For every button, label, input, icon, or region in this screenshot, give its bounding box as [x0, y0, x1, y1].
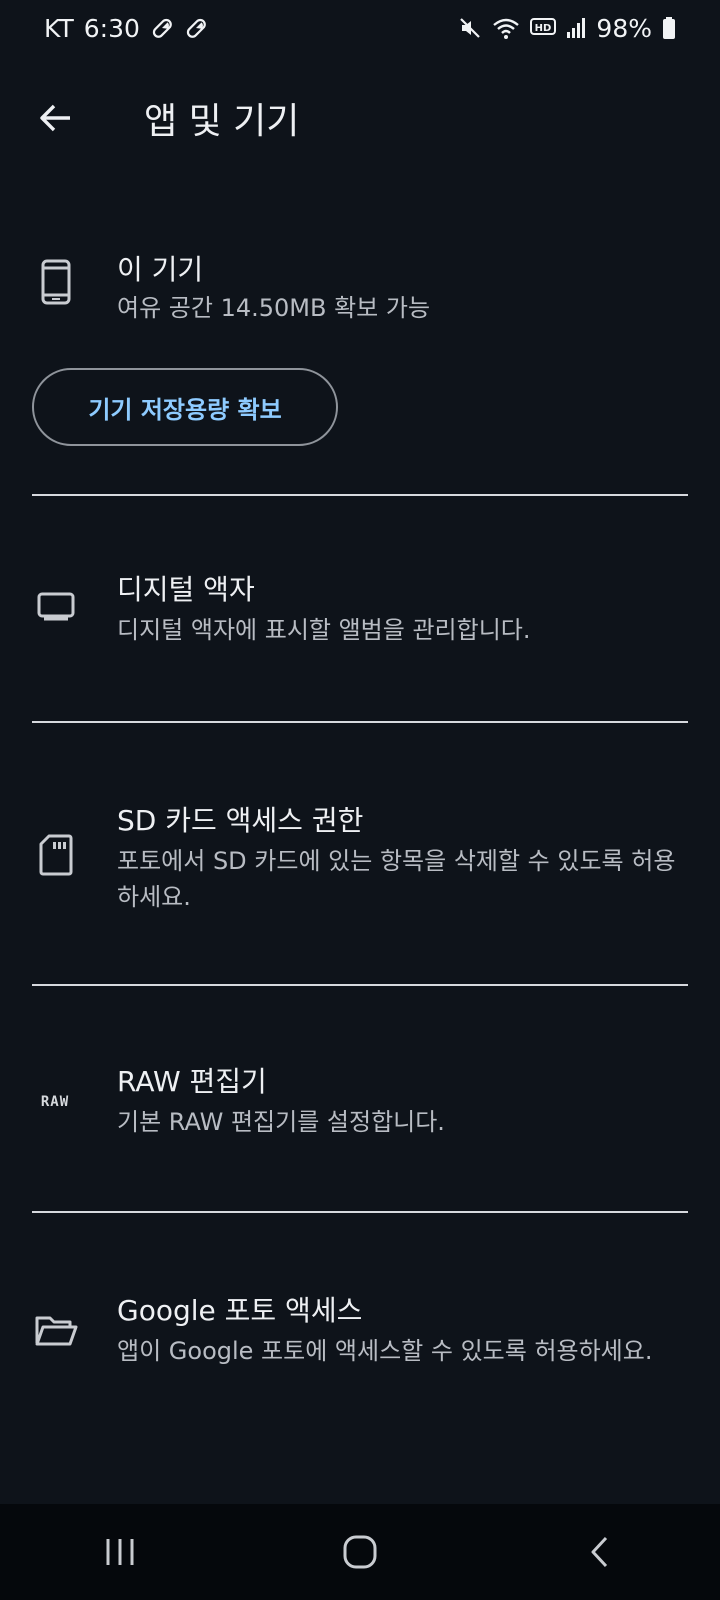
- list-item-raw-editor[interactable]: RAW RAW 편집기 기본 RAW 편집기를 설정합니다.: [0, 986, 720, 1212]
- folder-open-icon: [34, 1309, 78, 1353]
- hd-icon: HD: [530, 17, 557, 39]
- device-free-space: 여유 공간 14.50MB 확보 가능: [117, 294, 431, 322]
- navigation-bar: [0, 1504, 720, 1600]
- status-bar: KT 6:30 HD 98%: [0, 0, 720, 56]
- device-title: 이 기기: [117, 253, 204, 286]
- phone-icon: [34, 259, 78, 305]
- device-section: 이 기기 여유 공간 14.50MB 확보 가능: [0, 240, 720, 490]
- raw-icon: RAW: [30, 1080, 80, 1124]
- recent-apps-button[interactable]: [70, 1512, 170, 1592]
- sd-card-icon: [34, 833, 78, 877]
- item-desc: 디지털 액자에 표시할 앨범을 관리합니다.: [117, 616, 531, 644]
- home-button[interactable]: [310, 1512, 410, 1592]
- raw-icon-text: RAW: [40, 1094, 70, 1110]
- arrow-back-icon: [40, 104, 70, 132]
- pill-icon: [150, 16, 174, 40]
- mute-icon: [458, 16, 482, 40]
- item-desc: 포토에서 SD 카드에 있는 항목을 삭제할 수 있도록 허용하세요.: [117, 847, 676, 911]
- battery-percent: 98%: [596, 13, 652, 43]
- back-button[interactable]: [24, 86, 88, 150]
- item-desc: 기본 RAW 편집기를 설정합니다.: [117, 1108, 445, 1136]
- list-item-google-photos-access[interactable]: Google 포토 액세스 앱이 Google 포토에 액세스할 수 있도록 허…: [0, 1213, 720, 1493]
- item-title: RAW 편집기: [117, 1065, 267, 1098]
- wifi-icon: [492, 16, 520, 40]
- home-icon: [343, 1535, 377, 1569]
- item-title: Google 포토 액세스: [117, 1294, 363, 1327]
- app-bar: 앱 및 기기: [0, 70, 720, 166]
- recent-apps-icon: [106, 1539, 134, 1565]
- page-title: 앱 및 기기: [144, 101, 300, 142]
- monitor-icon: [34, 584, 78, 628]
- carrier-label: KT: [44, 13, 74, 43]
- item-title: SD 카드 액세스 권한: [117, 804, 364, 837]
- list-item-digital-frame[interactable]: 디지털 액자 디지털 액자에 표시할 앨범을 관리합니다.: [0, 496, 720, 722]
- chevron-left-icon: [591, 1536, 608, 1568]
- item-desc: 앱이 Google 포토에 액세스할 수 있도록 허용하세요.: [117, 1337, 653, 1365]
- signal-icon: [566, 17, 586, 39]
- free-up-storage-button[interactable]: 기기 저장용량 확보: [32, 368, 338, 446]
- clock: 6:30: [83, 13, 140, 43]
- back-nav-button[interactable]: [550, 1512, 650, 1592]
- list-item-sd-card-access[interactable]: SD 카드 액세스 권한 포토에서 SD 카드에 있는 항목을 삭제할 수 있도…: [0, 723, 720, 983]
- battery-icon: [662, 16, 676, 40]
- item-title: 디지털 액자: [117, 573, 255, 606]
- pill-icon: [184, 16, 208, 40]
- svg-text:HD: HD: [535, 23, 552, 34]
